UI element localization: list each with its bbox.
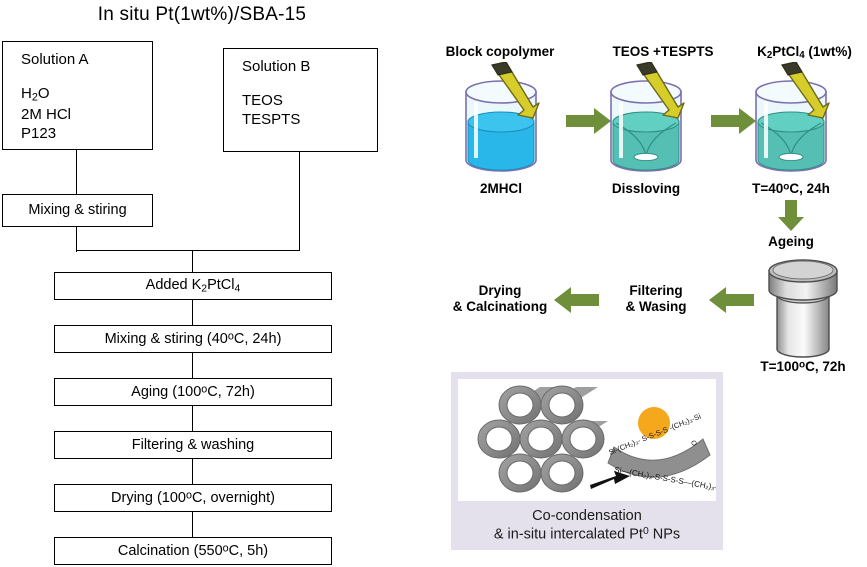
solution-a-title: Solution A [21, 51, 89, 68]
connector-1 [192, 300, 194, 325]
solution-b-items: TEOS TESPTS [242, 91, 377, 129]
flow-step-label-4: Filtering & washing [131, 436, 255, 453]
flow-step-label-5: Drying (100oC, overnight) [111, 489, 275, 506]
connector-4 [192, 459, 194, 484]
pour-arrow-icon-1 [491, 62, 540, 119]
flow-step-aging: Aging (100oC, 72h) [54, 378, 332, 406]
solution-b-title: Solution B [242, 58, 311, 75]
inset-illustration: Si-(CH₂)₃- S-S-S-S -(CH₂)₃-Si Si—(CH₂)₃-… [458, 379, 716, 501]
flow-step-calcination: Calcination (550oC, 5h) [54, 537, 332, 565]
drying-label-line2: & Calcinationg [452, 298, 548, 314]
drying-label-line1: Drying [478, 283, 522, 298]
reagent-label-0: Block copolymer [445, 44, 555, 59]
flow-step-label-2: Mixing & stiring (40oC, 24h) [104, 330, 282, 347]
flow-step-mixing-stiring: Mixing & stiring [2, 194, 153, 227]
beaker-caption-0: 2MHCl [479, 181, 522, 196]
flow-step-filtering-washing: Filtering & washing [54, 431, 332, 459]
diagram-canvas: In situ Pt(1wt%)/SBA-15 Solution A H2O 2… [0, 0, 867, 567]
drying-calcinationg-label: Drying & Calcinationg [450, 283, 550, 315]
connector-mixing-down [76, 227, 78, 252]
inset-caption: Co-condensation & in-situ intercalated P… [458, 508, 716, 544]
process-arrow-down-ageing [778, 200, 804, 231]
solution-b-box: Solution B TEOS TESPTS [223, 48, 378, 152]
beaker-caption-1: Dissloving [611, 181, 681, 196]
filtering-washing-label: Filtering & Wasing [610, 283, 702, 315]
reagent-label-2: K2PtCl4 (1wt%) [757, 44, 852, 62]
connector-junction-down [192, 250, 194, 272]
process-arrow-left-1 [709, 287, 754, 313]
flow-step-drying: Drying (100oC, overnight) [54, 484, 332, 512]
flow-step-label-1: Added K2PtCl4 [145, 277, 241, 295]
pour-arrow-icon-3 [781, 62, 830, 119]
filtering-label-line1: Filtering [629, 283, 683, 298]
flow-step-mixing-40c: Mixing & stiring (40oC, 24h) [54, 325, 332, 353]
autoclave-vessel [760, 253, 846, 366]
inset-caption-line1: Co-condensation [532, 508, 642, 524]
solution-a-item-0: H2O [21, 84, 50, 104]
solution-a-item-1: 2M HCl [21, 105, 72, 123]
solution-b-item-0: TEOS [242, 91, 283, 109]
inset-caption-line2: & in-situ intercalated Pt0 NPs [493, 525, 681, 543]
beaker-caption-2: T=40oC, 24h [752, 181, 830, 196]
solution-a-item-2: P123 [21, 125, 57, 143]
process-arrow-left-2 [554, 287, 599, 313]
solution-a-box: Solution A H2O 2M HCl P123 [2, 41, 153, 150]
ageing-label: Ageing [768, 234, 814, 249]
connector-solution-a [76, 150, 78, 194]
pour-arrow-icon-2 [636, 62, 685, 119]
connector-solution-b [299, 152, 301, 251]
page-title: In situ Pt(1wt%)/SBA-15 [97, 4, 307, 25]
connector-2 [192, 353, 194, 378]
connector-5 [192, 512, 194, 537]
autoclave-graphic [768, 259, 838, 358]
flow-step-label-6: Calcination (550oC, 5h) [117, 542, 269, 559]
flow-step-label-3: Aging (100oC, 72h) [131, 383, 255, 400]
filtering-label-line2: & Wasing [625, 298, 687, 314]
solution-b-item-1: TESPTS [242, 110, 301, 128]
connector-3 [192, 406, 194, 431]
connector-junction-bar [76, 250, 300, 252]
flow-step-added-k2ptcl4: Added K2PtCl4 [54, 272, 332, 300]
sba15-pore-graphic: Si-(CH₂)₃- S-S-S-S -(CH₂)₃-Si Si—(CH₂)₃-… [477, 385, 716, 494]
reagent-label-1: TEOS +TESPTS [612, 44, 714, 59]
inset-panel: Si-(CH₂)₃- S-S-S-S -(CH₂)₃-Si Si—(CH₂)₃-… [451, 372, 723, 550]
flow-step-label-0: Mixing & stiring [28, 202, 127, 219]
autoclave-caption: T=100oC, 72h [760, 359, 846, 374]
solution-a-items: H2O 2M HCl P123 [21, 84, 152, 144]
